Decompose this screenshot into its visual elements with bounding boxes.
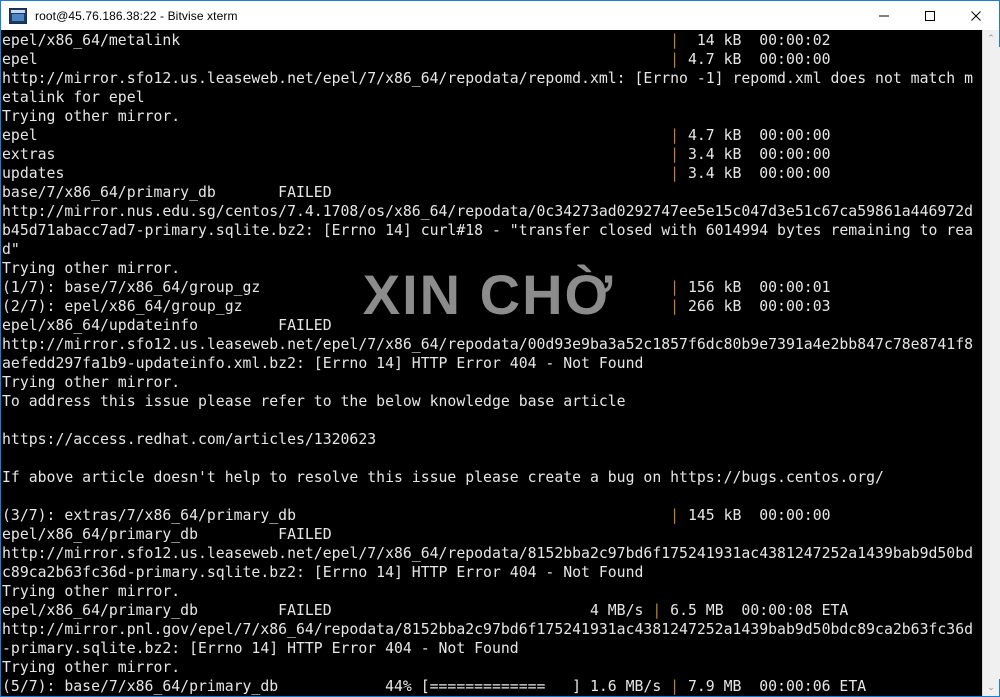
pipe-separator: |	[670, 146, 680, 163]
terminal-area: XIN CHỜ epel/x86_64/metalink | 14 kB 00:…	[1, 30, 1000, 696]
terminal-line: Trying other mirror.	[2, 659, 181, 676]
terminal-line: Trying other mirror.	[2, 583, 181, 600]
scroll-up-arrow-icon[interactable]: ⌃	[983, 30, 1000, 47]
pipe-separator: |	[652, 602, 662, 619]
terminal-line: c89ca2b63fc36d-primary.sqlite.bz2: [Errn…	[2, 564, 644, 581]
terminal-line: (1/7): base/7/x86_64/group_gz | 156 kB 0…	[2, 279, 831, 296]
terminal-line: updates | 3.4 kB 00:00:00	[2, 165, 831, 182]
title-bar[interactable]: root@45.76.186.38:22 - Bitvise xterm	[1, 1, 999, 30]
terminal-line: epel/x86_64/primary_db FAILED 4 MB/s | 6…	[2, 602, 849, 619]
terminal-icon	[9, 7, 27, 24]
pipe-separator: |	[670, 32, 680, 49]
close-icon	[971, 10, 981, 21]
terminal-line: d"	[2, 241, 20, 258]
terminal-line: epel/x86_64/updateinfo FAILED	[2, 317, 332, 334]
terminal-line: http://mirror.sfo12.us.leaseweb.net/epel…	[2, 545, 974, 562]
terminal-scrollbar[interactable]: ⌃ ⌄	[982, 30, 1000, 696]
terminal-line: http://mirror.nus.edu.sg/centos/7.4.1708…	[2, 203, 974, 220]
terminal-line: -primary.sqlite.bz2: [Errno 14] HTTP Err…	[2, 640, 519, 657]
terminal-output: epel/x86_64/metalink | 14 kB 00:00:02 epe…	[2, 30, 982, 696]
terminal-line: http://mirror.sfo12.us.leaseweb.net/epel…	[2, 336, 974, 353]
scroll-down-arrow-icon[interactable]: ⌄	[983, 679, 1000, 696]
pipe-separator: |	[670, 127, 680, 144]
window-title: root@45.76.186.38:22 - Bitvise xterm	[35, 8, 238, 23]
terminal-line: epel | 4.7 kB 00:00:00	[2, 51, 831, 68]
maximize-icon	[925, 10, 935, 21]
pipe-separator: |	[670, 165, 680, 182]
window-controls	[861, 1, 999, 30]
terminal-line: Trying other mirror.	[2, 260, 181, 277]
terminal-line: If above article doesn't help to resolve…	[2, 469, 884, 486]
terminal-window: root@45.76.186.38:22 - Bitvise xterm XIN…	[0, 0, 1000, 697]
terminal-line: http://mirror.pnl.gov/epel/7/x86_64/repo…	[2, 621, 974, 638]
pipe-separator: |	[670, 51, 680, 68]
terminal-line: base/7/x86_64/primary_db FAILED	[2, 184, 332, 201]
pipe-separator: |	[670, 507, 680, 524]
maximize-button[interactable]	[907, 1, 953, 30]
minimize-icon	[879, 15, 889, 16]
minimize-button[interactable]	[861, 1, 907, 30]
terminal-line: aefedd297fa1b9-updateinfo.xml.bz2: [Errn…	[2, 355, 644, 372]
terminal-line: (2/7): epel/x86_64/group_gz | 266 kB 00:…	[2, 298, 831, 315]
terminal-line: (3/7): extras/7/x86_64/primary_db | 145 …	[2, 507, 831, 524]
pipe-separator: |	[670, 279, 680, 296]
close-button[interactable]	[953, 1, 999, 30]
pipe-separator: |	[670, 298, 680, 315]
terminal-line: epel/x86_64/metalink | 14 kB 00:00:02	[2, 32, 831, 49]
terminal-line: etalink for epel	[2, 89, 145, 106]
terminal-line: http://mirror.sfo12.us.leaseweb.net/epel…	[2, 70, 974, 87]
terminal-line: epel/x86_64/primary_db FAILED	[2, 526, 332, 543]
terminal-line: (5/7): base/7/x86_64/primary_db 44% [===…	[2, 678, 867, 695]
terminal-line: b45d71abacc7ad7-primary.sqlite.bz2: [Err…	[2, 222, 974, 239]
terminal-line: epel | 4.7 kB 00:00:00	[2, 127, 831, 144]
terminal-screen[interactable]: XIN CHỜ epel/x86_64/metalink | 14 kB 00:…	[1, 30, 982, 696]
terminal-line: To address this issue please refer to th…	[2, 393, 626, 410]
terminal-line: Trying other mirror.	[2, 374, 181, 391]
pipe-separator: |	[670, 678, 680, 695]
terminal-line: https://access.redhat.com/articles/13206…	[2, 431, 377, 448]
terminal-line: extras | 3.4 kB 00:00:00	[2, 146, 831, 163]
terminal-line: Trying other mirror.	[2, 108, 181, 125]
scrollbar-track[interactable]	[982, 47, 1000, 679]
